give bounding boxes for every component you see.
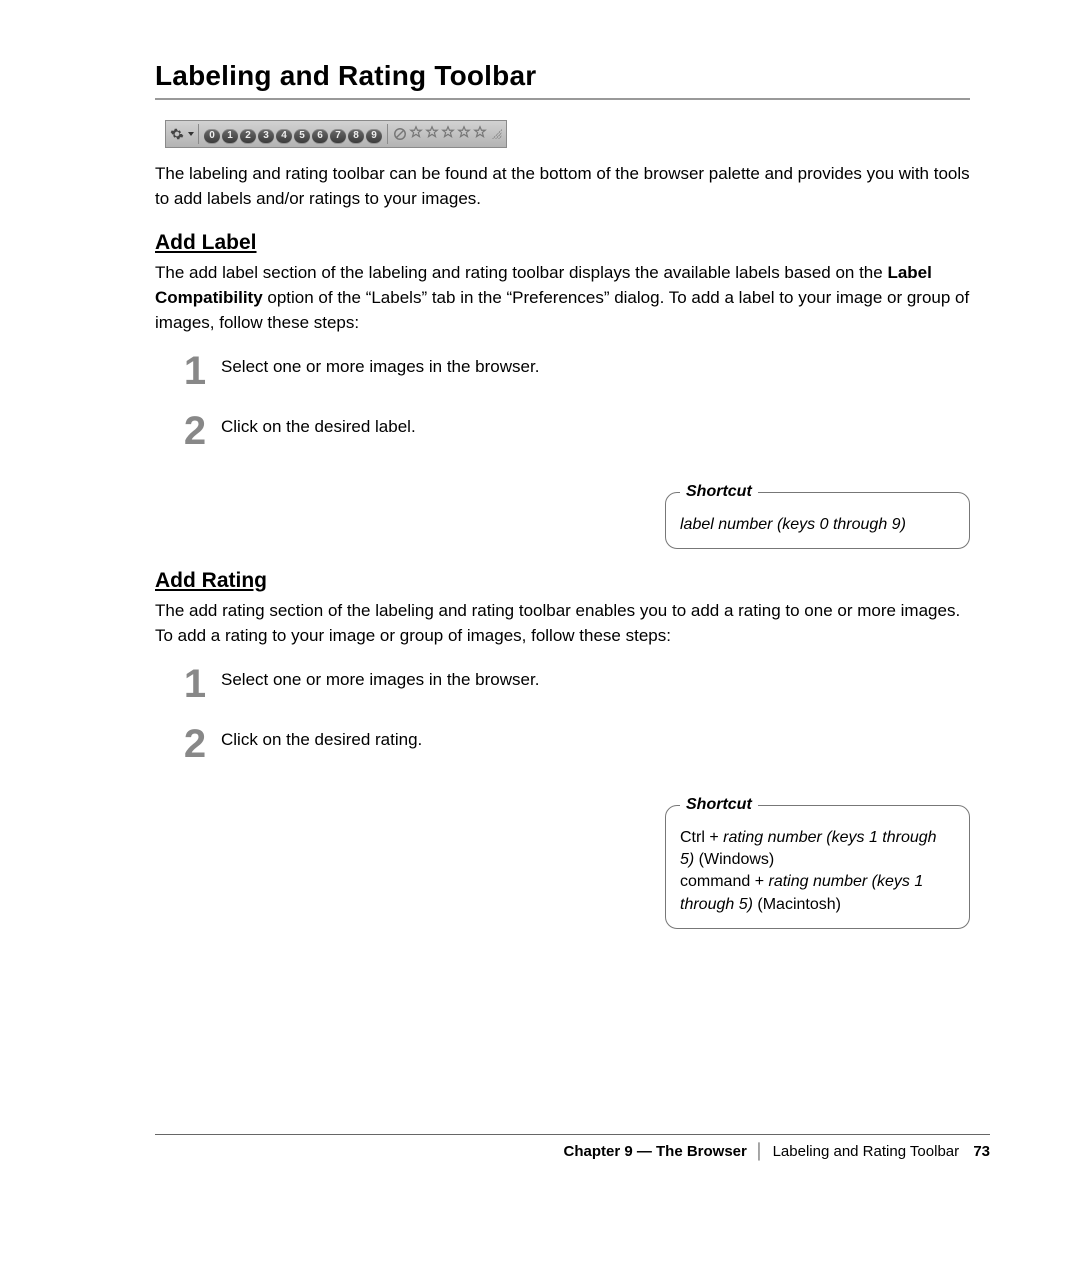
star-icon[interactable]: [472, 124, 488, 140]
step-text: Click on the desired label.: [221, 411, 416, 437]
add-rating-shortcut-box: Shortcut Ctrl + rating number (keys 1 th…: [665, 794, 970, 929]
add-label-paragraph: The add label section of the labeling an…: [155, 261, 970, 335]
footer-section: Labeling and Rating Toolbar: [773, 1143, 960, 1160]
text: (Macintosh): [753, 896, 841, 913]
add-rating-heading: Add Rating: [155, 569, 970, 593]
step-text: Select one or more images in the browser…: [221, 664, 539, 690]
label-button-8[interactable]: 8: [348, 129, 364, 143]
step-number: 1: [179, 664, 211, 704]
text: The add label section of the labeling an…: [155, 263, 887, 282]
label-button-2[interactable]: 2: [240, 129, 256, 143]
toolbar-separator: [198, 124, 199, 144]
footer-page-number: 73: [973, 1143, 990, 1160]
label-button-9[interactable]: 9: [366, 129, 382, 143]
label-button-7[interactable]: 7: [330, 129, 346, 143]
add-label-step-2: 2 Click on the desired label.: [179, 411, 970, 451]
shortcut-line-mac: command + rating number (keys 1 through …: [680, 871, 955, 916]
resize-grip-icon[interactable]: [492, 129, 502, 139]
text: command +: [680, 873, 768, 890]
star-icon[interactable]: [408, 124, 424, 140]
add-label-shortcut-box: Shortcut label number (keys 0 through 9): [665, 481, 970, 549]
shortcut-legend: Shortcut: [680, 481, 758, 503]
clear-rating-icon[interactable]: [392, 126, 408, 142]
star-icon[interactable]: [424, 124, 440, 140]
label-button-4[interactable]: 4: [276, 129, 292, 143]
add-rating-step-2: 2 Click on the desired rating.: [179, 724, 970, 764]
title-rule: [155, 98, 970, 100]
step-text: Click on the desired rating.: [221, 724, 422, 750]
intro-paragraph: The labeling and rating toolbar can be f…: [155, 162, 970, 211]
footer-rule: [155, 1134, 990, 1135]
label-button-0[interactable]: 0: [204, 129, 220, 143]
label-button-1[interactable]: 1: [222, 129, 238, 143]
chevron-down-icon[interactable]: [188, 132, 194, 136]
add-rating-paragraph: The add rating section of the labeling a…: [155, 599, 970, 648]
footer-chapter: Chapter 9 — The Browser: [563, 1143, 746, 1160]
text: Ctrl +: [680, 829, 723, 846]
label-button-5[interactable]: 5: [294, 129, 310, 143]
add-label-heading: Add Label: [155, 231, 970, 255]
step-number: 2: [179, 411, 211, 451]
toolbar-separator: [387, 124, 388, 144]
text: option of the “Labels” tab in the “Prefe…: [155, 288, 969, 332]
gear-icon[interactable]: [170, 127, 184, 141]
text: (Windows): [694, 851, 774, 868]
add-label-step-1: 1 Select one or more images in the brows…: [179, 351, 970, 391]
shortcut-line-windows: Ctrl + rating number (keys 1 through 5) …: [680, 827, 955, 872]
step-text: Select one or more images in the browser…: [221, 351, 539, 377]
star-icon[interactable]: [456, 124, 472, 140]
page-title: Labeling and Rating Toolbar: [155, 60, 970, 92]
label-button-6[interactable]: 6: [312, 129, 328, 143]
shortcut-text: label number (keys 0 through 9): [680, 516, 906, 533]
add-rating-step-1: 1 Select one or more images in the brows…: [179, 664, 970, 704]
labeling-rating-toolbar: 0123456789: [165, 120, 507, 148]
shortcut-legend: Shortcut: [680, 794, 758, 816]
star-icon[interactable]: [440, 124, 456, 140]
step-number: 2: [179, 724, 211, 764]
label-button-3[interactable]: 3: [258, 129, 274, 143]
page-footer: Chapter 9 — The Browser │ Labeling and R…: [155, 1134, 990, 1160]
step-number: 1: [179, 351, 211, 391]
footer-separator: │: [755, 1143, 764, 1160]
